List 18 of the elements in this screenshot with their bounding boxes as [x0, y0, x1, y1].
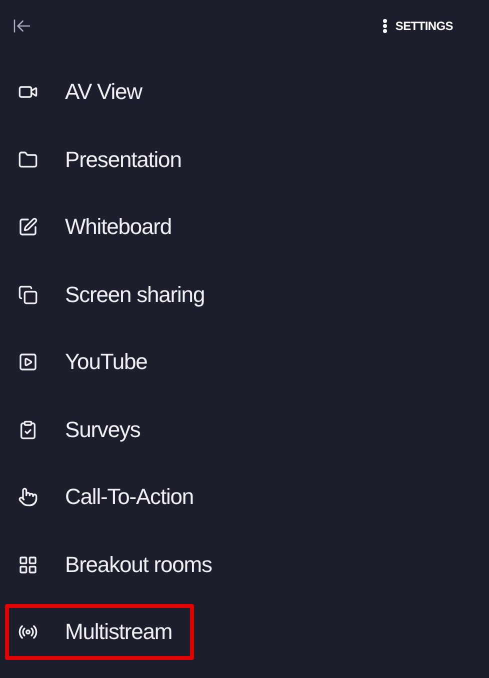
menu-item[interactable]: Surveys: [5, 402, 162, 458]
clipboard-check-icon: [18, 420, 38, 440]
menu-item[interactable]: Breakout rooms: [5, 536, 234, 592]
settings-button[interactable]: SETTINGS: [383, 19, 453, 33]
menu-item[interactable]: Whiteboard: [5, 199, 194, 255]
grid-icon: [18, 554, 38, 574]
menu-item[interactable]: Presentation: [5, 132, 204, 188]
menu-item[interactable]: Call-To-Action: [5, 469, 216, 525]
menu-item[interactable]: AV View: [5, 64, 164, 120]
menu-item[interactable]: YouTube: [5, 334, 170, 390]
more-icon: [383, 19, 388, 33]
menu-item[interactable]: Multistream: [5, 604, 194, 660]
pointer-hand-icon: [18, 487, 38, 507]
play-window-icon: [18, 352, 38, 372]
menu-item[interactable]: Screen sharing: [5, 266, 227, 322]
folder-icon: [18, 150, 38, 170]
screens-icon: [18, 284, 38, 304]
pen-square-icon: [18, 217, 38, 237]
